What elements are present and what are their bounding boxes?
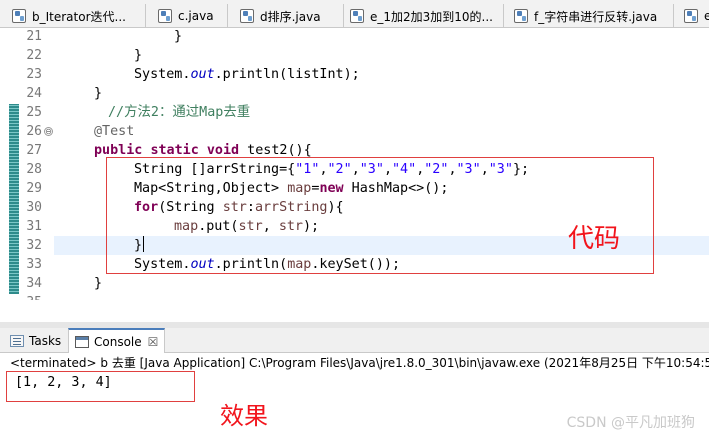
code-line-25-comment[interactable]: //方法2：通过Map去重 (108, 103, 250, 122)
editor-tab-b-iterator[interactable]: b_Iterator迭代... (6, 4, 146, 27)
line-number: 34 (26, 276, 42, 291)
line-number: 30 (26, 200, 42, 215)
console-status-line: <terminated> b 去重 [Java Application] C:\… (10, 356, 709, 370)
close-icon[interactable]: ☒ (148, 335, 159, 349)
effect-annotation-label: 效果 (220, 402, 268, 430)
editor-tab-label: c.java (178, 9, 214, 23)
fold-toggle-icon[interactable]: ⊖ (44, 127, 53, 136)
code-line-34[interactable]: } (94, 274, 102, 293)
line-number: 32 (26, 238, 42, 253)
code-line-24[interactable]: } (94, 84, 102, 103)
line-number: 24 (26, 86, 42, 101)
line-number: 26 (26, 124, 42, 139)
editor-tab-label: b_Iterator迭代... (32, 9, 126, 24)
line-number: 31 (26, 219, 42, 234)
line-number: 28 (26, 162, 42, 177)
view-tab-bar: Tasks Console ☒ (0, 328, 709, 353)
code-line-21[interactable]: } (174, 28, 182, 46)
editor-tab-label: d排序.java (260, 9, 321, 24)
line-number: 22 (26, 48, 42, 63)
editor-tab-d-sort[interactable]: d排序.java (234, 4, 344, 27)
tasks-icon (10, 334, 24, 347)
editor-tab-bar: b_Iterator迭代... c.java d排序.java e_1加2加3加… (0, 0, 709, 28)
editor-tab-label: f_字符串进行反转.java (534, 9, 658, 24)
java-file-icon (240, 9, 254, 23)
java-file-icon (684, 9, 698, 23)
line-number: 33 (26, 257, 42, 272)
line-number: 23 (26, 67, 42, 82)
tab-console[interactable]: Console ☒ (68, 328, 166, 353)
line-number: 21 (26, 29, 42, 44)
code-line-22[interactable]: } (134, 46, 142, 65)
code-annotation-label: 代码 (568, 224, 621, 254)
tab-console-label: Console (94, 334, 142, 349)
watermark: CSDN @平凡加班狗 (566, 415, 695, 431)
line-number: 25 (26, 105, 42, 120)
tab-tasks[interactable]: Tasks (4, 328, 67, 353)
console-icon (75, 335, 89, 348)
editor-tab-e-sum[interactable]: e_1加2加3加到10的... (344, 4, 504, 27)
java-file-icon (12, 9, 26, 23)
line-number: 27 (26, 143, 42, 158)
line-number: 29 (26, 181, 42, 196)
editor-tab-label: e_1加2加3加到10的... (370, 9, 494, 24)
code-line-23[interactable]: System.out.println(listInt); (134, 65, 360, 84)
java-file-icon (514, 9, 528, 23)
line-number: 35 (10, 293, 42, 300)
editor-tab-c-java[interactable]: c.java (152, 4, 228, 27)
java-file-icon (350, 9, 364, 23)
code-line-26-annotation[interactable]: @Test (94, 122, 134, 141)
java-file-icon (158, 9, 172, 23)
tab-tasks-label: Tasks (29, 333, 62, 348)
editor-tab-label: e_ (704, 9, 709, 23)
editor-tab-e-overflow[interactable]: e_ (678, 4, 709, 27)
output-highlight-box (6, 371, 195, 402)
editor-tab-f-reverse[interactable]: f_字符串进行反转.java (508, 4, 674, 27)
code-highlight-box (106, 157, 654, 274)
